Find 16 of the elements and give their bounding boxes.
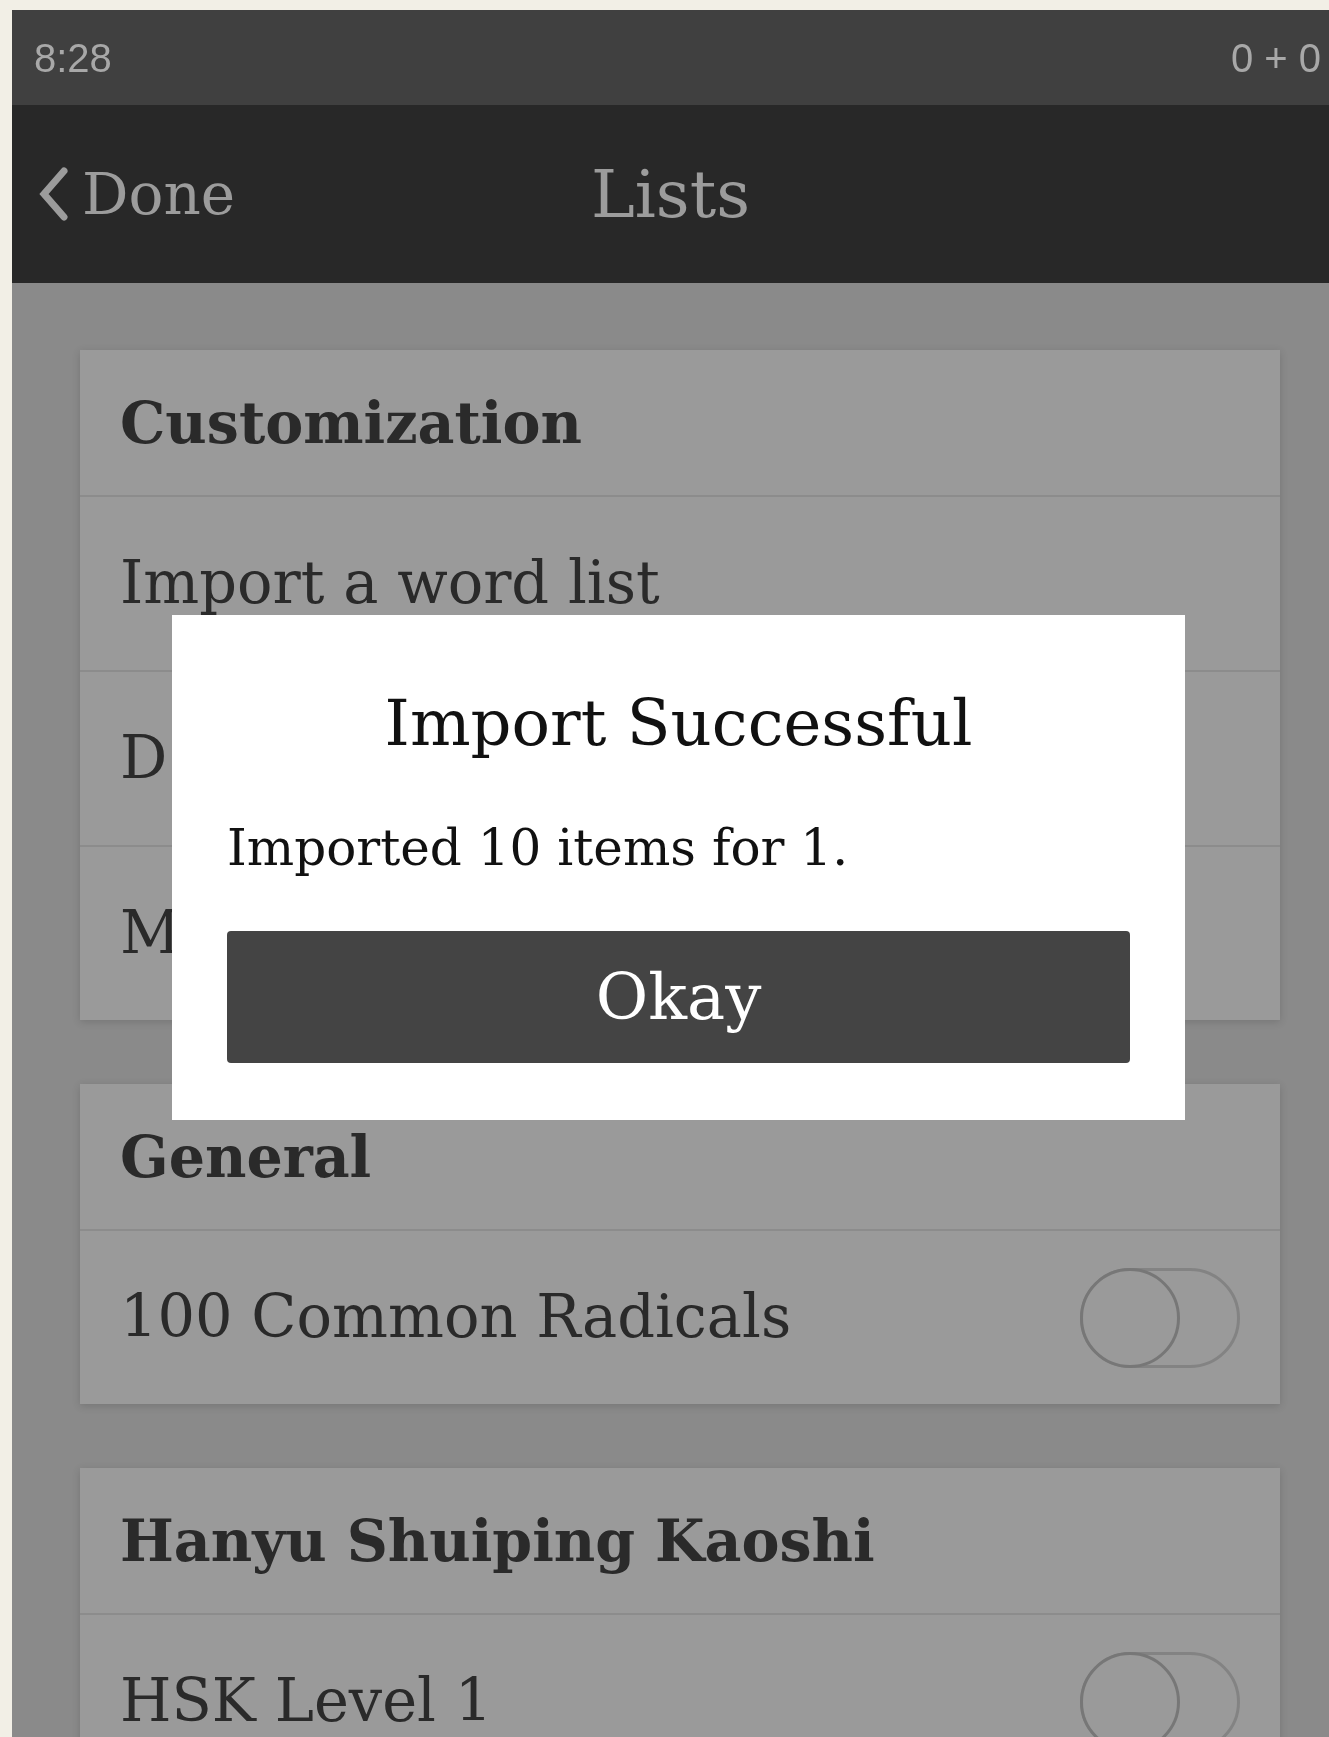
chevron-left-icon (38, 167, 68, 221)
dialog-title: Import Successful (383, 685, 974, 762)
back-button[interactable]: Done (12, 150, 236, 238)
menu-item[interactable]: D (120, 714, 168, 803)
status-time: 8:28 (34, 34, 112, 82)
okay-button[interactable]: Okay (227, 931, 1130, 1063)
screen-title: Lists (590, 154, 751, 235)
list-label: HSK Level 1 (120, 1665, 493, 1737)
list-label: 100 Common Radicals (120, 1281, 792, 1354)
section-heading: Customization (120, 387, 582, 458)
toggle-switch[interactable] (1080, 1651, 1240, 1737)
status-counter: 0 + 0 (1230, 34, 1321, 82)
section-heading: Hanyu Shuiping Kaoshi (120, 1505, 875, 1576)
section-heading: General (120, 1121, 372, 1192)
toggle-switch[interactable] (1080, 1267, 1240, 1368)
dialog-message: Imported 10 items for 1. (227, 818, 850, 879)
